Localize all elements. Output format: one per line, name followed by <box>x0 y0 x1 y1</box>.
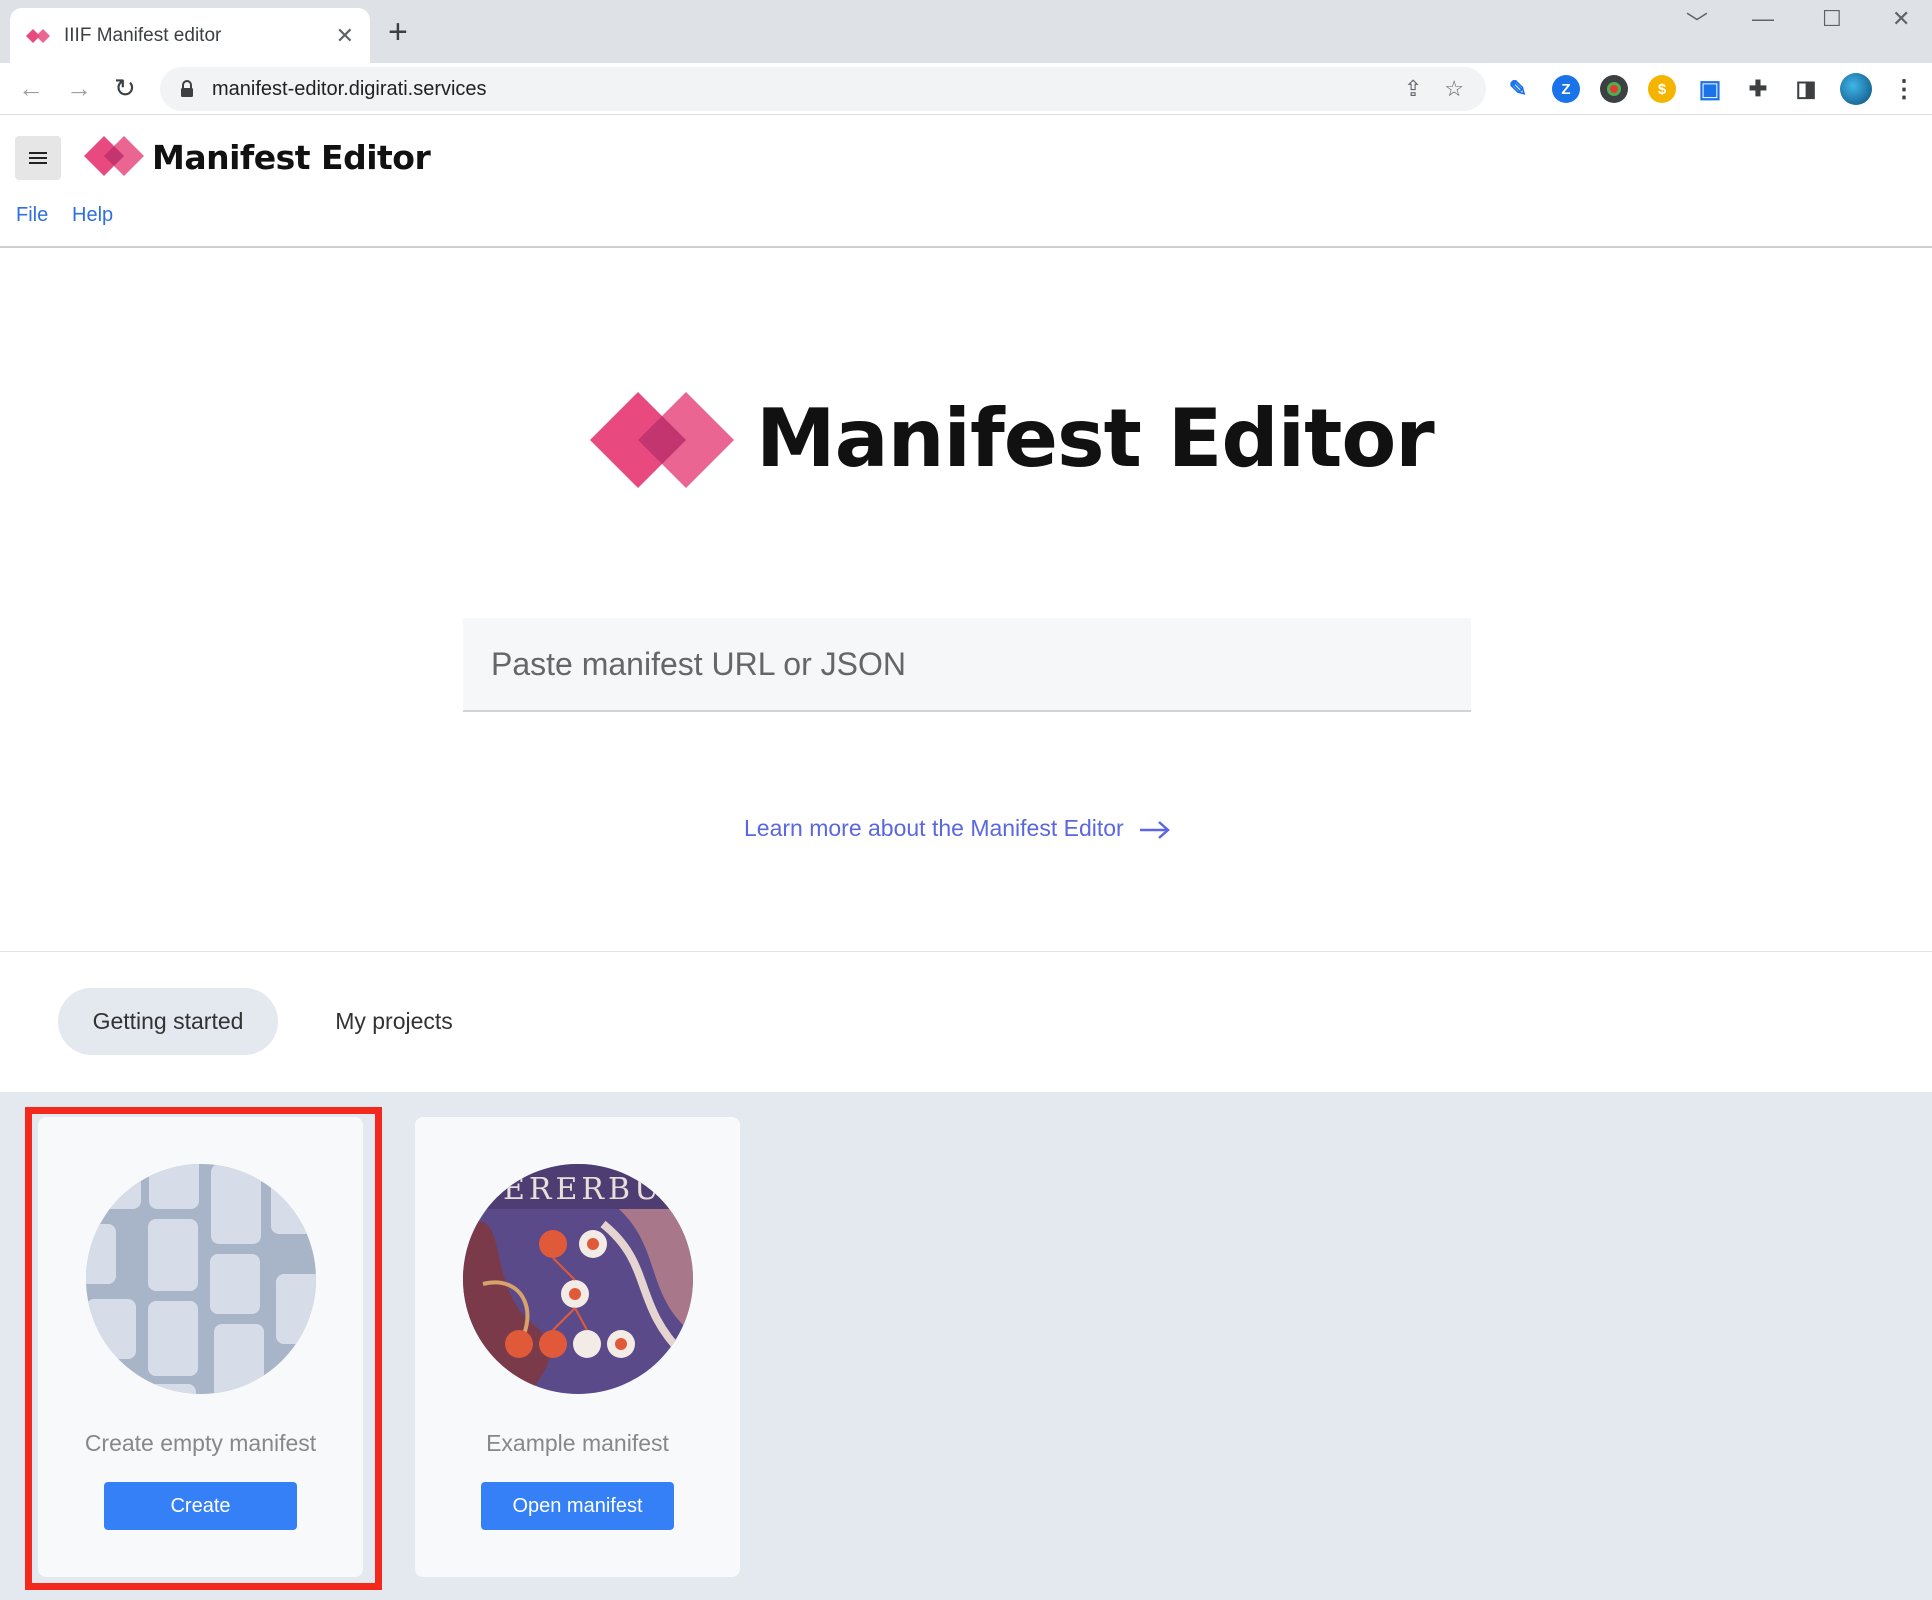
manifest-url-input[interactable]: Paste manifest URL or JSON <box>463 618 1471 712</box>
section-divider <box>0 951 1932 952</box>
card-label: Example manifest <box>486 1430 669 1456</box>
app-header: Manifest Editor File Help <box>0 116 1932 248</box>
open-manifest-button[interactable]: Open manifest <box>481 1482 674 1530</box>
browser-tab-title: IIIF Manifest editor <box>64 24 222 46</box>
close-tab-icon[interactable]: ✕ <box>336 23 354 49</box>
url-text: manifest-editor.digirati.services <box>212 77 487 100</box>
menu-file[interactable]: File <box>16 204 48 227</box>
minimize-icon[interactable]: — <box>1752 6 1774 32</box>
learn-more-label: Learn more about the Manifest Editor <box>744 815 1124 841</box>
browser-tab-strip: IIIF Manifest editor ✕ + ﹀ — ☐ ✕ <box>0 0 1932 63</box>
bookmark-extension-icon[interactable]: ▣ <box>1696 75 1724 103</box>
address-bar[interactable]: manifest-editor.digirati.services ⇪ ☆ <box>160 67 1486 111</box>
color-extension-icon[interactable] <box>1600 75 1628 103</box>
maximize-icon[interactable]: ☐ <box>1822 6 1842 32</box>
hammer-extension-icon[interactable]: ✎ <box>1504 75 1532 103</box>
tab-search-icon[interactable]: ﹀ <box>1686 6 1708 38</box>
bookmark-star-icon[interactable]: ☆ <box>1444 76 1464 102</box>
app-name: Manifest Editor <box>152 138 431 177</box>
learn-more-link[interactable]: Learn more about the Manifest Editor <box>744 815 1172 842</box>
lock-icon <box>180 80 194 98</box>
browser-menu-icon[interactable]: ⋮ <box>1890 75 1918 103</box>
manifest-editor-logo-icon <box>84 134 144 178</box>
manifest-editor-favicon-icon <box>26 27 50 45</box>
tab-my-projects[interactable]: My projects <box>314 988 474 1055</box>
menu-help[interactable]: Help <box>72 204 113 227</box>
new-tab-button[interactable]: + <box>388 14 408 50</box>
reload-button[interactable]: ↻ <box>114 73 136 103</box>
zotero-extension-icon[interactable]: Z <box>1552 75 1580 103</box>
example-manifest-thumbnail: ERERBU <box>463 1164 693 1394</box>
browser-tab[interactable]: IIIF Manifest editor ✕ <box>10 8 370 63</box>
share-icon[interactable]: ⇪ <box>1404 76 1422 102</box>
side-panel-icon[interactable]: ◨ <box>1792 75 1820 103</box>
hero-title: Manifest Editor <box>756 392 1435 485</box>
tab-getting-started[interactable]: Getting started <box>58 988 278 1055</box>
browser-toolbar: ← → ↻ manifest-editor.digirati.services … <box>0 63 1932 115</box>
svg-text:ERERBU: ERERBU <box>503 1172 663 1207</box>
arrow-right-icon <box>1138 819 1172 839</box>
forward-button[interactable]: → <box>66 73 92 103</box>
hero-logo-icon <box>590 390 740 500</box>
hamburger-menu-button[interactable] <box>15 136 61 180</box>
extensions-puzzle-icon[interactable]: ✚ <box>1744 75 1772 103</box>
coin-extension-icon[interactable]: $ <box>1648 75 1676 103</box>
profile-avatar[interactable] <box>1840 73 1872 105</box>
close-window-icon[interactable]: ✕ <box>1892 6 1910 32</box>
back-button[interactable]: ← <box>18 73 44 103</box>
example-manifest-card[interactable]: ERERBU Example manifest Open manifest <box>415 1117 740 1577</box>
annotation-highlight-box <box>25 1107 382 1590</box>
